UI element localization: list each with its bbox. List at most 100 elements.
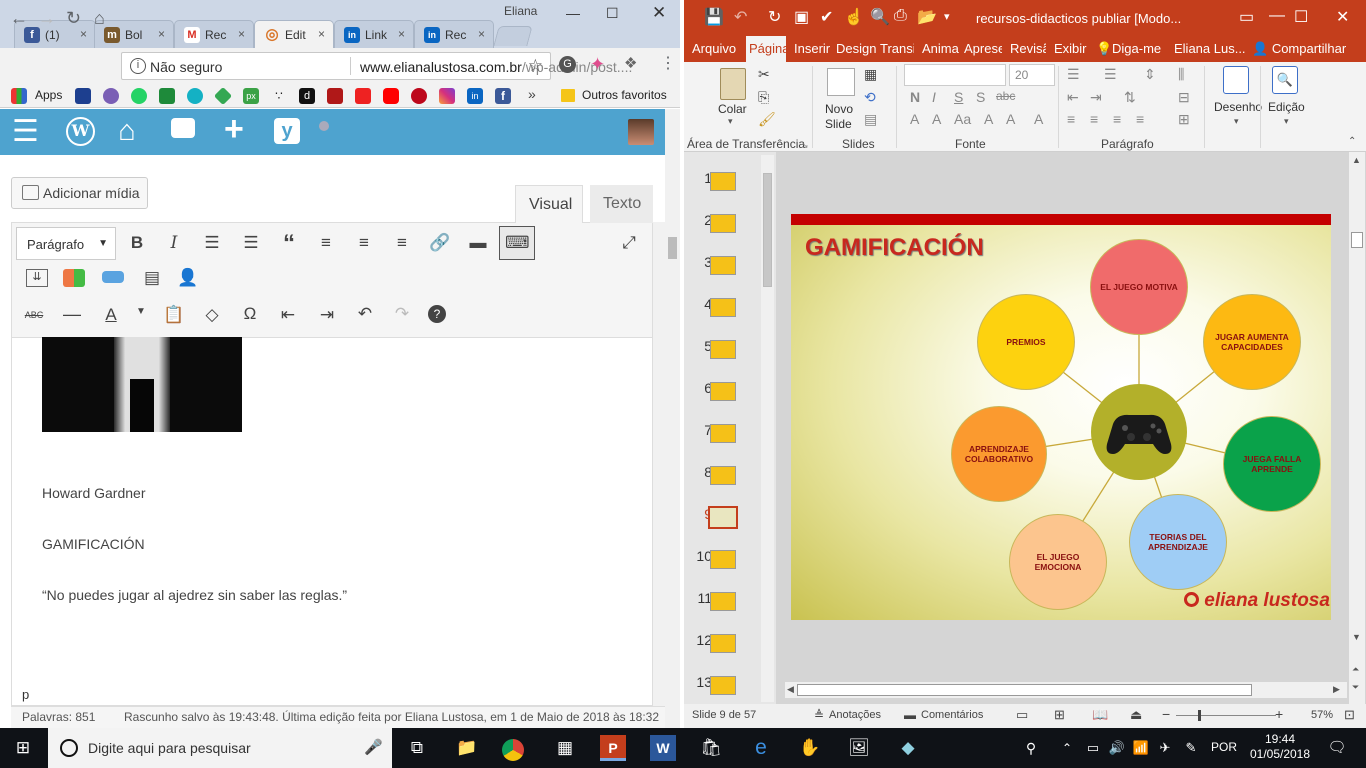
previous-slide-icon[interactable]: ⏶ — [1352, 664, 1359, 675]
bookmark-icon[interactable] — [103, 88, 119, 104]
word-icon[interactable]: W — [650, 735, 676, 761]
strikethrough-icon[interactable]: abc — [996, 89, 1015, 103]
increase-indent-icon[interactable]: ⇥ — [1090, 89, 1102, 106]
tab-gmail[interactable]: M Rec × — [174, 20, 254, 48]
zoom-in-icon[interactable]: + — [1275, 706, 1283, 722]
profile-name[interactable]: Eliana — [504, 4, 537, 18]
node-el-juego-motiva[interactable]: EL JUEGO MOTIVA — [1090, 239, 1188, 335]
decrease-indent-icon[interactable]: ⇤ — [1067, 89, 1079, 106]
extension-icon[interactable]: ✦ — [590, 54, 605, 75]
slide-thumbnail[interactable] — [710, 466, 736, 485]
node-aprendizaje-colaborativo[interactable]: APRENDIZAJE COLABORATIVO — [951, 406, 1047, 502]
scroll-left-icon[interactable]: ◀ — [787, 684, 794, 695]
taskbar-search[interactable]: Digite aqui para pesquisar 🎤 — [48, 728, 392, 768]
slide-thumbnail[interactable] — [710, 172, 736, 191]
align-center-icon[interactable]: ≡ — [1090, 111, 1098, 127]
blockquote-icon[interactable]: “ — [277, 230, 301, 258]
notifications-icon[interactable]: 🗨 — [1324, 735, 1350, 761]
powerpoint-icon[interactable]: P — [600, 735, 626, 761]
add-media-button[interactable]: Adicionar mídia — [11, 177, 148, 209]
slide-sorter-icon[interactable]: ⊞ — [1054, 707, 1065, 723]
shapes-icon[interactable] — [1223, 66, 1249, 94]
tab-transicoes[interactable]: Transiç — [880, 41, 914, 56]
task-view-icon[interactable]: ⧉ — [404, 735, 430, 761]
tell-me-search[interactable]: Diga-me — [1112, 41, 1161, 56]
table-icon[interactable]: ▤ — [140, 268, 164, 288]
tab-revisao[interactable]: Revisã — [1010, 41, 1046, 56]
bullet-list-icon[interactable]: ☰ — [200, 233, 224, 253]
share-button[interactable]: 👤 Compartilhar — [1252, 41, 1346, 57]
paste-icon[interactable] — [720, 68, 746, 100]
ribbon-display-icon[interactable]: ▭ — [1239, 7, 1254, 27]
close-icon[interactable]: × — [238, 27, 245, 41]
taskbar-clock[interactable]: 19:44 01/05/2018 — [1248, 732, 1312, 762]
tab-linkedin[interactable]: in Link × — [334, 20, 414, 48]
smartart-icon[interactable]: ⊞ — [1178, 111, 1190, 128]
help-icon[interactable]: ? — [428, 305, 446, 323]
slide-vertical-scrollbar[interactable]: ▲ ▼ ⏶ ⏷ — [1349, 152, 1365, 704]
scroll-right-icon[interactable]: ▶ — [1333, 684, 1340, 695]
bookmark-icon[interactable] — [327, 88, 343, 104]
new-slide-icon[interactable] — [827, 68, 855, 96]
bookmark-icon[interactable] — [355, 88, 371, 104]
touch-mode-icon[interactable]: ☝ — [844, 7, 864, 27]
section-icon[interactable]: ▤ — [864, 111, 877, 128]
open-icon[interactable]: 📂 — [917, 7, 937, 27]
bookmark-icon[interactable]: ∵ — [271, 88, 287, 104]
undo-icon[interactable]: ↶ — [734, 7, 747, 27]
canva-icon[interactable] — [187, 88, 203, 104]
info-icon[interactable]: i — [130, 58, 146, 74]
outdent-icon[interactable]: ⇤ — [276, 305, 300, 325]
scroll-thumb[interactable] — [763, 173, 772, 287]
microphone-icon[interactable]: 🎤 — [364, 738, 383, 756]
clear-formatting-icon[interactable]: ◇ — [200, 305, 224, 325]
slide-thumbnail[interactable] — [710, 214, 736, 233]
dialog-launcher-icon[interactable]: ↘ — [801, 140, 809, 151]
font-color-icon[interactable]: A — [932, 111, 941, 127]
align-text-icon[interactable]: ⊟ — [1178, 89, 1190, 106]
text-color-icon[interactable]: A — [99, 305, 123, 325]
grow-font-icon[interactable]: A — [984, 111, 993, 127]
tab-apresentacao[interactable]: Apresen — [964, 41, 1002, 56]
read-more-icon[interactable]: ▬ — [466, 233, 490, 253]
print-icon[interactable]: ⎙ — [894, 7, 907, 25]
format-painter-icon[interactable]: 🖌 — [758, 111, 776, 128]
maximize-icon[interactable]: ☐ — [1294, 7, 1308, 27]
indent-icon[interactable]: ⇥ — [315, 305, 339, 325]
align-center-icon[interactable]: ≡ — [352, 233, 376, 253]
close-icon[interactable]: × — [478, 27, 485, 41]
slide-thumbnail[interactable] — [710, 298, 736, 317]
bookmark-icon[interactable]: d — [299, 88, 315, 104]
home-icon[interactable]: ⌂ — [118, 116, 136, 146]
shadow-icon[interactable]: S — [976, 89, 985, 105]
undo-icon[interactable]: ↶ — [353, 304, 377, 324]
slide-thumbnail[interactable] — [710, 256, 736, 275]
case-icon[interactable]: Aa — [954, 111, 971, 127]
instagram-icon[interactable] — [439, 88, 455, 104]
edge-icon[interactable]: e — [748, 735, 774, 761]
close-window-icon[interactable]: ✕ — [652, 3, 666, 23]
align-left-icon[interactable]: ≡ — [1067, 111, 1075, 127]
line-spacing-icon[interactable]: ⇕ — [1144, 66, 1156, 83]
tab-text[interactable]: Texto — [590, 185, 653, 223]
bookmark-star-icon[interactable]: ☆ — [528, 56, 543, 76]
yoast-icon[interactable]: y — [274, 118, 300, 144]
zoom-out-icon[interactable]: − — [1162, 706, 1170, 722]
chevron-down-icon[interactable]: ▾ — [728, 116, 733, 127]
normal-view-icon[interactable]: ▭ — [1016, 707, 1028, 723]
paste-text-icon[interactable]: 📋 — [162, 305, 186, 325]
tab-design[interactable]: Design — [836, 41, 876, 56]
maximize-icon[interactable]: ☐ — [606, 5, 619, 22]
evernote-icon[interactable] — [159, 88, 175, 104]
volume-icon[interactable]: 🔊 — [1104, 735, 1130, 761]
paragraph[interactable]: GAMIFICACIÓN — [42, 536, 145, 552]
paragraph[interactable]: “No puedes jugar al ajedrez sin saber la… — [42, 587, 347, 603]
scroll-down-icon[interactable]: ▼ — [1352, 632, 1361, 642]
bookmarks-more[interactable]: » — [528, 86, 536, 102]
close-icon[interactable]: × — [398, 27, 405, 41]
app-icon[interactable]: ◆ — [895, 735, 921, 761]
paragraph[interactable]: Howard Gardner — [42, 485, 146, 501]
fullscreen-icon[interactable]: ⤢ — [617, 233, 641, 253]
strikethrough-icon[interactable]: ABC — [22, 310, 46, 320]
tab-pagina-inicial[interactable]: Página — [746, 36, 789, 62]
